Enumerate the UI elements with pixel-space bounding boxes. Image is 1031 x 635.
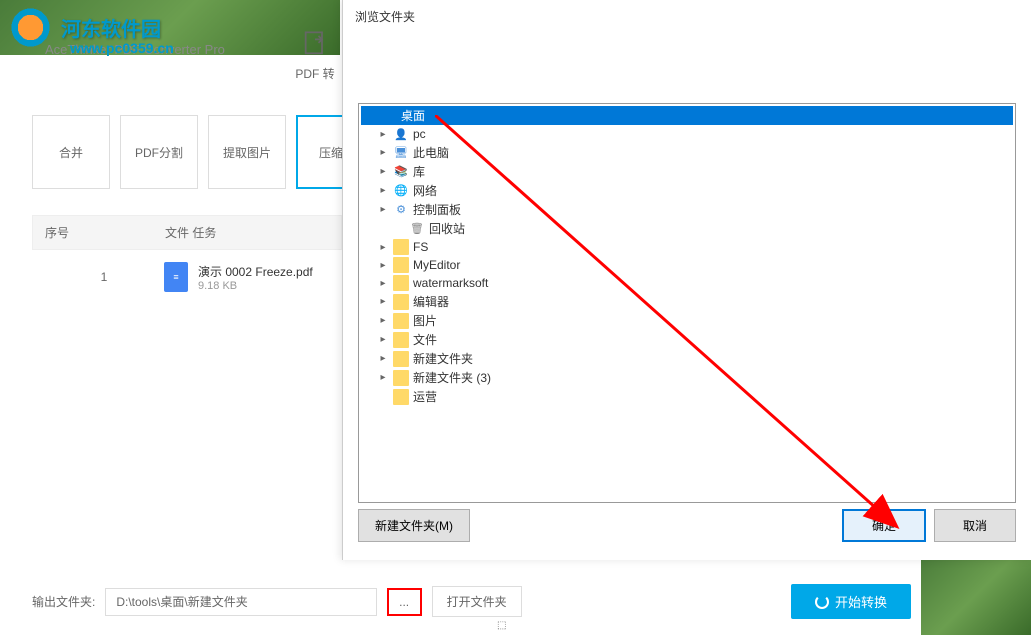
merge-tab[interactable]: 合并	[32, 115, 110, 189]
start-button-label: 开始转换	[835, 592, 887, 611]
folder-icon	[393, 257, 409, 273]
folder-icon	[393, 351, 409, 367]
file-size: 9.18 KB	[198, 280, 313, 292]
pdf-convert-tab[interactable]: PDF 转	[290, 30, 340, 82]
split-tab[interactable]: PDF分割	[120, 115, 198, 189]
tree-item-editor[interactable]: ▸编辑器	[361, 292, 1013, 311]
table-header: 序号 文件 任务	[32, 215, 342, 250]
tree-item-watermarksoft[interactable]: ▸watermarksoft	[361, 274, 1013, 292]
folder-icon	[393, 370, 409, 386]
tree-item-desktop[interactable]: 桌面	[361, 106, 1013, 125]
output-path-input[interactable]	[105, 588, 376, 616]
tree-label: 库	[413, 163, 425, 180]
recycle-bin-icon: 🗑	[409, 221, 425, 237]
column-seq-header: 序号	[45, 224, 165, 241]
tree-item-files[interactable]: ▸文件	[361, 330, 1013, 349]
tree-item-library[interactable]: ▸📚库	[361, 162, 1013, 181]
browse-folder-dialog: 浏览文件夹 桌面 ▸👤pc ▸🖥此电脑 ▸📚库 ▸🌐网络 ▸⚙控制面板 🗑回收站…	[342, 0, 1031, 560]
network-icon: 🌐	[393, 183, 409, 199]
tree-label: FS	[413, 240, 428, 254]
pdf-file-icon: ≡	[164, 262, 188, 292]
row-seq-num: 1	[44, 270, 164, 284]
file-table: 序号 文件 任务 1 ≡ 演示 0002 Freeze.pdf 9.18 KB	[32, 215, 342, 304]
browse-button[interactable]: ...	[387, 588, 422, 616]
main-window: AceThinker PDF Converter Pro www.pc0359.…	[0, 0, 1031, 634]
tree-label: watermarksoft	[413, 276, 488, 290]
desktop-icon	[381, 108, 397, 124]
tree-item-pc[interactable]: ▸👤pc	[361, 125, 1013, 143]
tree-label: 新建文件夹	[413, 350, 473, 367]
bottom-bar: 输出文件夹: ... 打开文件夹 开始转换	[32, 584, 911, 619]
watermark-text: www.pc0359.cn	[70, 40, 174, 56]
tree-item-new-folder-3[interactable]: ▸新建文件夹 (3)	[361, 368, 1013, 387]
tree-item-yunying[interactable]: 运营	[361, 387, 1013, 406]
dialog-title: 浏览文件夹	[343, 0, 1031, 33]
folder-icon	[393, 239, 409, 255]
tree-label: 图片	[413, 312, 437, 329]
tree-label: 控制面板	[413, 201, 461, 218]
logo-text: 河东软件园	[61, 13, 161, 42]
refresh-icon	[815, 595, 829, 609]
dialog-button-bar: 新建文件夹(M) 确定 取消	[358, 509, 1016, 542]
background-decoration-right	[921, 555, 1031, 635]
tree-label: MyEditor	[413, 258, 460, 272]
output-folder-label: 输出文件夹:	[32, 593, 95, 610]
logo-icon	[8, 5, 53, 50]
tree-item-fs[interactable]: ▸FS	[361, 238, 1013, 256]
file-name: 演示 0002 Freeze.pdf	[198, 263, 313, 280]
extract-images-tab[interactable]: 提取图片	[208, 115, 286, 189]
open-folder-button[interactable]: 打开文件夹	[432, 586, 522, 617]
tree-label: 编辑器	[413, 293, 449, 310]
column-file-header: 文件 任务	[165, 224, 329, 241]
folder-icon	[393, 294, 409, 310]
tree-item-network[interactable]: ▸🌐网络	[361, 181, 1013, 200]
tree-label: 桌面	[401, 107, 425, 124]
tree-item-myeditor[interactable]: ▸MyEditor	[361, 256, 1013, 274]
cancel-button[interactable]: 取消	[934, 509, 1016, 542]
tool-tabs: 合并 PDF分割 提取图片 压缩P	[32, 115, 374, 189]
ok-button[interactable]: 确定	[842, 509, 926, 542]
tree-item-this-pc[interactable]: ▸🖥此电脑	[361, 143, 1013, 162]
pdf-convert-label: PDF 转	[290, 65, 340, 82]
tree-label: pc	[413, 127, 426, 141]
new-folder-button[interactable]: 新建文件夹(M)	[358, 509, 470, 542]
tree-label: 新建文件夹 (3)	[413, 369, 491, 386]
tree-label: 文件	[413, 331, 437, 348]
library-icon: 📚	[393, 164, 409, 180]
tree-item-new-folder[interactable]: ▸新建文件夹	[361, 349, 1013, 368]
tree-item-pictures[interactable]: ▸图片	[361, 311, 1013, 330]
folder-icon	[393, 313, 409, 329]
tree-item-control-panel[interactable]: ▸⚙控制面板	[361, 200, 1013, 219]
tree-item-recycle-bin[interactable]: 🗑回收站	[361, 219, 1013, 238]
folder-tree[interactable]: 桌面 ▸👤pc ▸🖥此电脑 ▸📚库 ▸🌐网络 ▸⚙控制面板 🗑回收站 ▸FS ▸…	[358, 103, 1016, 503]
computer-icon: 🖥	[393, 145, 409, 161]
start-convert-button[interactable]: 开始转换	[791, 584, 911, 619]
tree-label: 回收站	[429, 220, 465, 237]
table-row[interactable]: 1 ≡ 演示 0002 Freeze.pdf 9.18 KB	[32, 250, 342, 304]
control-panel-icon: ⚙	[393, 202, 409, 218]
file-info: ≡ 演示 0002 Freeze.pdf 9.18 KB	[164, 262, 313, 292]
folder-icon	[393, 389, 409, 405]
folder-icon	[393, 275, 409, 291]
tree-label: 网络	[413, 182, 437, 199]
folder-icon	[393, 332, 409, 348]
tree-label: 此电脑	[413, 144, 449, 161]
tree-label: 运营	[413, 388, 437, 405]
document-convert-icon	[301, 30, 329, 58]
resize-handle[interactable]: ⬚	[497, 620, 506, 631]
user-icon: 👤	[393, 126, 409, 142]
